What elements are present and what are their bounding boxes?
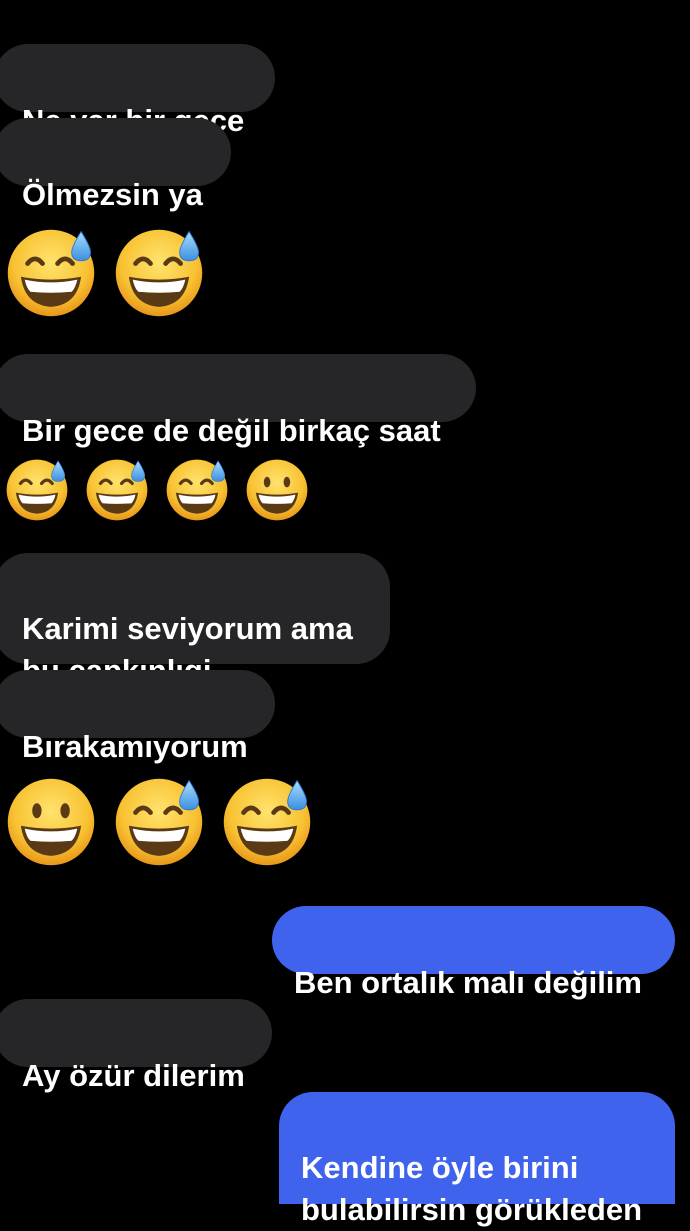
grinning-face-with-sweat-icon [84,457,150,523]
message-text: Bırakamıyorum [22,729,248,764]
emoji-message[interactable] [4,457,310,523]
incoming-message-bubble[interactable]: Ölmezsin ya [0,118,231,212]
incoming-message-bubble[interactable]: Karimi seviyorum ama bu çapkınlıgi [0,553,390,688]
outgoing-message-bubble[interactable]: Kendine öyle birini bulabilirsin görükle… [279,1092,675,1227]
message-text: Ben ortalık malı değilim [294,965,642,1000]
grinning-face-with-sweat-icon [220,775,314,869]
grinning-face-with-sweat-icon [4,226,98,320]
grinning-face-with-sweat-icon [112,226,206,320]
grinning-face-icon [4,775,98,869]
grinning-face-with-sweat-icon [112,775,206,869]
message-text: Ay özür dilerim [22,1058,245,1093]
incoming-message-bubble[interactable]: Ay özür dilerim [0,999,272,1093]
grinning-face-icon [244,457,310,523]
grinning-face-with-sweat-icon [4,457,70,523]
incoming-message-bubble[interactable]: Bir gece de değil birkaç saat [0,354,476,448]
incoming-message-bubble[interactable]: Bırakamıyorum [0,670,275,764]
incoming-message-bubble[interactable]: Ne var bir gece [0,44,275,138]
outgoing-message-bubble[interactable]: Ben ortalık malı değilim [272,906,675,1000]
message-text: Bir gece de değil birkaç saat [22,413,441,448]
message-text: Kendine öyle birini bulabilirsin görükle… [301,1150,643,1227]
message-text: Ölmezsin ya [22,177,203,212]
grinning-face-with-sweat-icon [164,457,230,523]
emoji-message[interactable] [4,226,206,320]
emoji-message[interactable] [4,775,314,869]
